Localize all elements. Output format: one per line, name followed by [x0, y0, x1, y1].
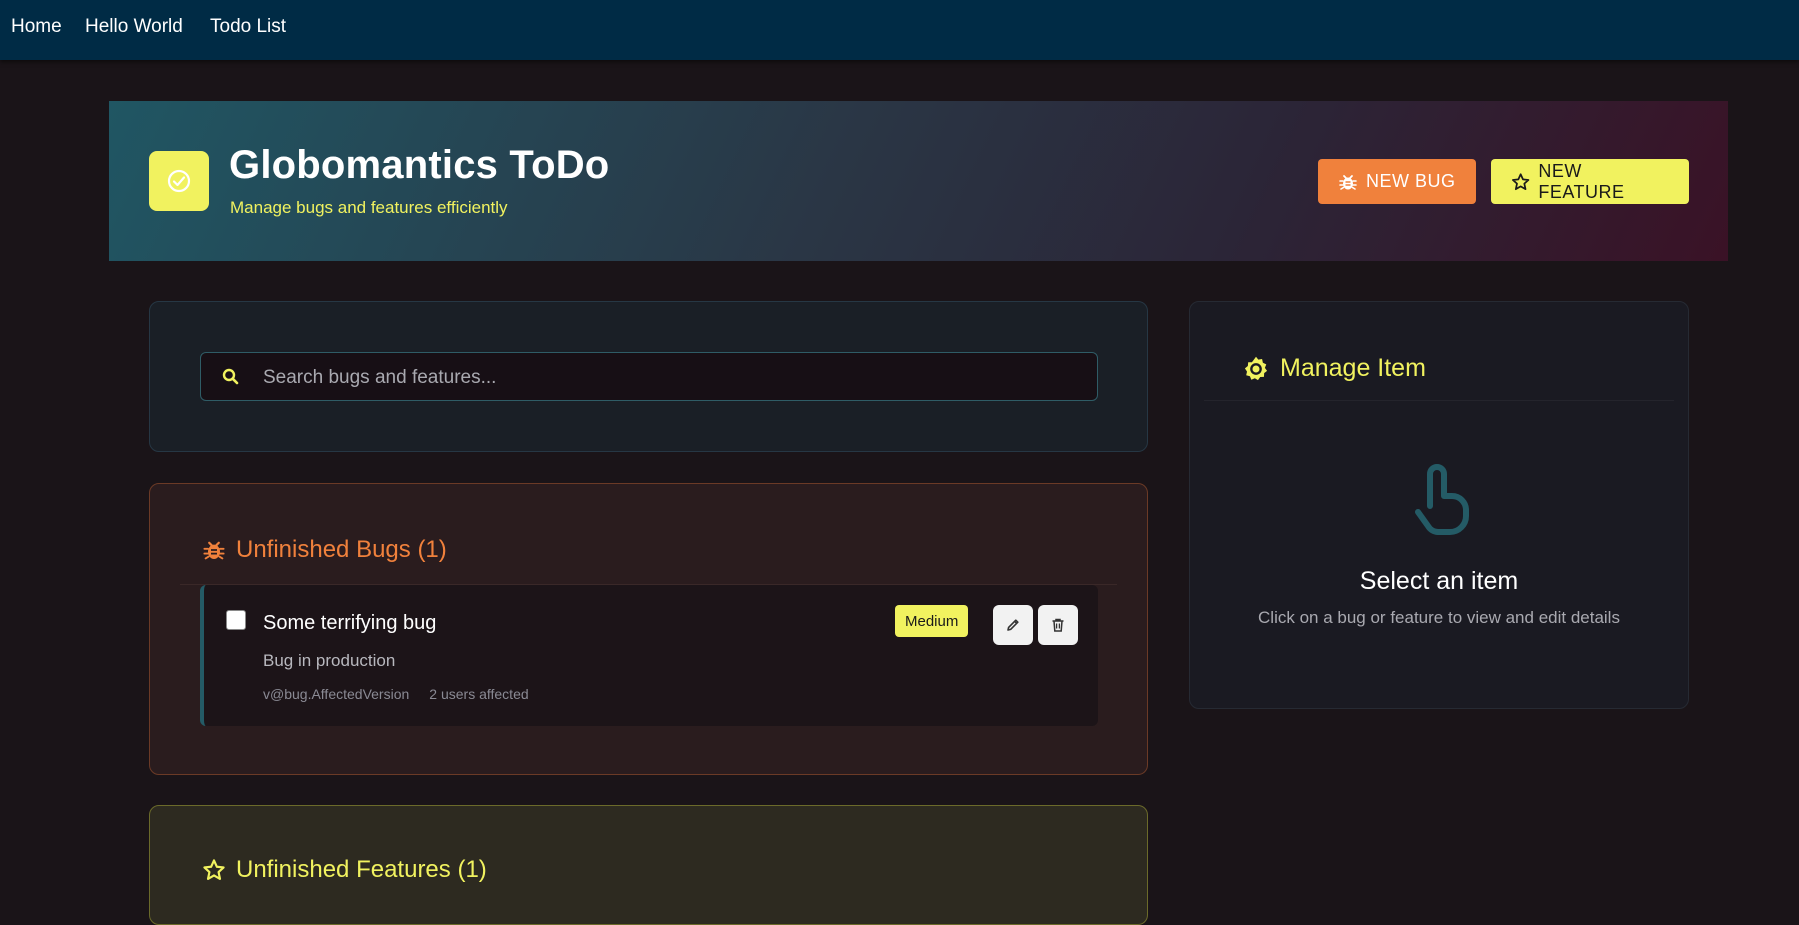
search-card — [149, 301, 1148, 452]
bug-list-item[interactable]: Some terrifying bug Bug in production v@… — [200, 585, 1098, 726]
delete-button[interactable] — [1038, 605, 1078, 645]
gear-icon — [1244, 356, 1268, 380]
new-feature-button[interactable]: NEW FEATURE — [1491, 159, 1689, 204]
empty-state-subtitle: Click on a bug or feature to view and ed… — [1258, 608, 1620, 627]
check-circle-icon — [167, 169, 191, 193]
severity-badge: Medium — [895, 605, 969, 637]
bugs-section-title: Unfinished Bugs (1) — [236, 536, 447, 563]
bug-complete-checkbox[interactable] — [226, 610, 246, 630]
search-box — [200, 352, 1098, 402]
search-input[interactable] — [261, 353, 1085, 402]
bug-icon — [1339, 174, 1357, 190]
trash-icon — [1052, 618, 1064, 632]
bug-meta: v@bug.AffectedVersion 2 users affected — [263, 686, 529, 702]
new-bug-label: NEW BUG — [1366, 171, 1456, 191]
bugs-section-header: Unfinished Bugs (1) — [202, 536, 447, 564]
bug-title: Some terrifying bug — [263, 612, 437, 634]
features-section-header: Unfinished Features (1) — [202, 856, 487, 884]
nav-home-link[interactable]: Home — [11, 16, 62, 38]
new-bug-button[interactable]: NEW BUG — [1318, 159, 1476, 204]
nav-todo-list-link[interactable]: Todo List — [210, 16, 286, 38]
bug-version: v@bug.AffectedVersion — [263, 686, 410, 702]
features-section-title: Unfinished Features (1) — [236, 856, 487, 883]
nav-hello-world-link[interactable]: Hello World — [85, 16, 183, 38]
bug-affected-users: 2 users affected — [429, 686, 529, 702]
star-icon — [203, 859, 225, 880]
unfinished-bugs-section: Unfinished Bugs (1) Some terrifying bug … — [149, 483, 1148, 775]
hero-banner: Globomantics ToDo Manage bugs and featur… — [109, 101, 1728, 261]
page-title: Globomantics ToDo — [229, 143, 610, 187]
page-subtitle: Manage bugs and features efficiently — [230, 198, 508, 217]
bug-icon — [203, 541, 225, 560]
pointer-hand-icon — [1415, 464, 1469, 535]
pencil-icon — [1007, 619, 1019, 631]
unfinished-features-section: Unfinished Features (1) — [149, 805, 1148, 925]
manage-item-title: Manage Item — [1280, 354, 1426, 382]
manage-item-panel: Manage Item Select an item Click on a bu… — [1189, 301, 1689, 709]
divider — [1204, 400, 1674, 401]
app-logo — [149, 151, 209, 211]
top-nav: Home Hello World Todo List — [0, 0, 1799, 60]
bug-description: Bug in production — [263, 651, 396, 670]
star-icon — [1512, 172, 1530, 190]
new-feature-label: NEW FEATURE — [1538, 160, 1625, 202]
empty-state-title: Select an item — [1359, 567, 1519, 595]
edit-button[interactable] — [993, 605, 1033, 645]
manage-item-header: Manage Item — [1242, 354, 1426, 383]
search-icon — [222, 368, 239, 385]
